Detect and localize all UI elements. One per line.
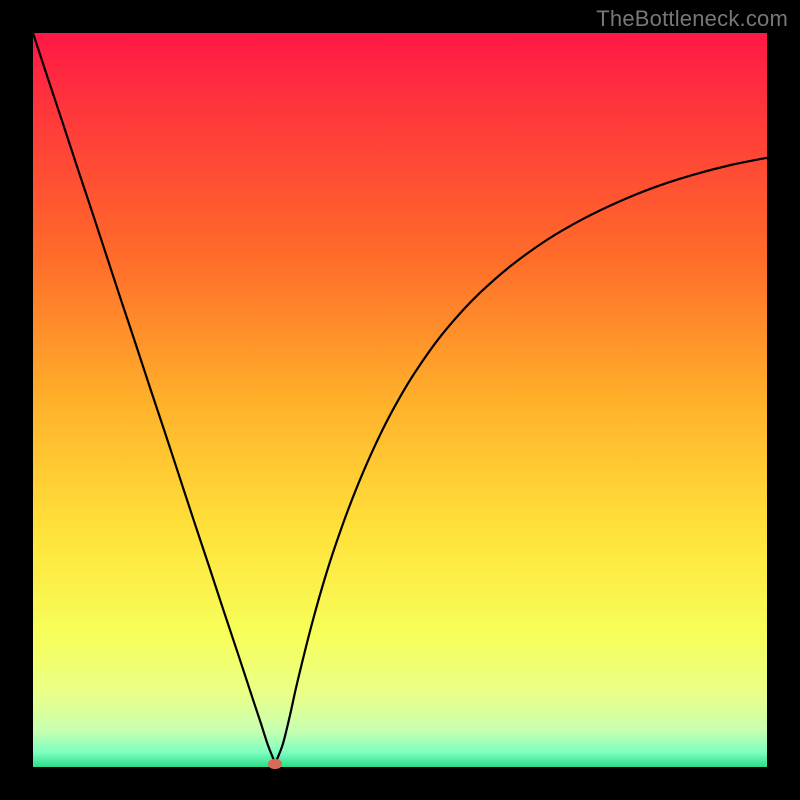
minimum-marker (268, 759, 282, 769)
watermark-text: TheBottleneck.com (596, 6, 788, 32)
curve-left-branch (33, 33, 275, 763)
curve-right-branch (275, 158, 767, 764)
curve-layer (33, 33, 767, 767)
outer-frame: TheBottleneck.com (0, 0, 800, 800)
